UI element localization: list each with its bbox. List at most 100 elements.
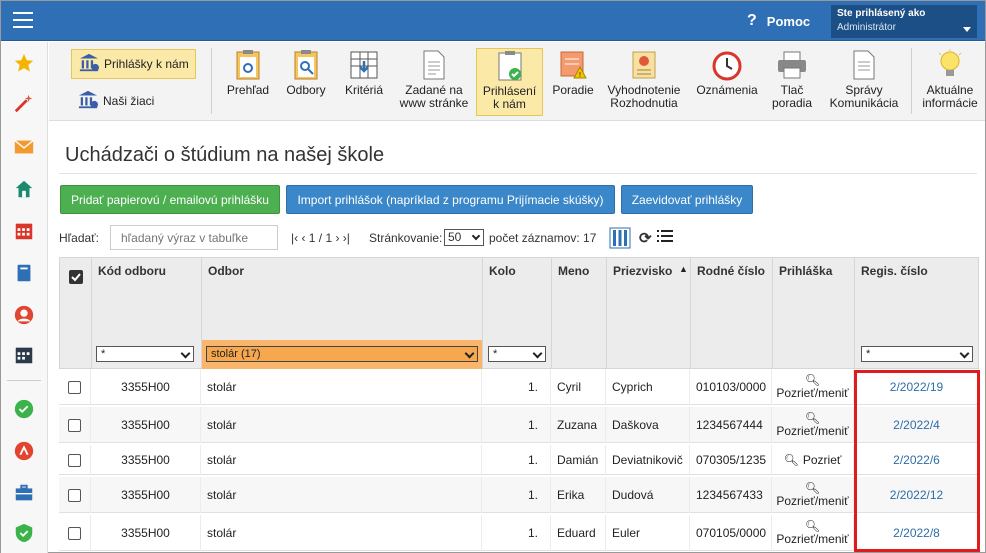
user-menu[interactable]: Ste prihlásený ako Administrátor (831, 5, 977, 38)
row-checkbox[interactable] (68, 418, 81, 432)
cell-field: stolár (201, 515, 482, 551)
tool-current-info-line2: informácie (922, 96, 978, 110)
view-link[interactable]: 🔍︎ Pozrieť (784, 453, 842, 467)
header-birth[interactable]: Rodné číslo (691, 258, 773, 370)
header-reg[interactable]: Regis. číslo * (855, 258, 980, 370)
cell-surname: Cyprich (606, 369, 690, 405)
view-edit-link[interactable]: 🔍︎ Pozrieť/meniť (776, 412, 848, 438)
header-name-label: Meno (558, 264, 590, 278)
import-applications-button[interactable]: Import prihlášok (napríklad z programu P… (286, 185, 615, 214)
row-checkbox[interactable] (68, 380, 81, 394)
cell-application: 🔍︎ Pozrieť (772, 445, 854, 475)
filter-reg[interactable]: * (861, 346, 973, 362)
cell-birth: 070105/0000 (690, 515, 772, 551)
briefcase-icon[interactable] (13, 482, 35, 504)
document-icon (418, 48, 450, 82)
magic-wand-icon[interactable] (13, 92, 35, 114)
cell-reg: 2/2022/12 (854, 477, 979, 513)
book-icon[interactable] (13, 262, 35, 284)
filter-field[interactable]: stolár (17) (206, 346, 478, 362)
tool-overview[interactable]: Prehľad (217, 48, 279, 116)
list-icon[interactable] (657, 229, 673, 246)
header-reg-label: Regis. číslo (861, 264, 928, 278)
applications-to-us-button[interactable]: Prihlášky k nám (71, 49, 196, 79)
cell-code: 3355H00 (91, 445, 201, 475)
cell-reg: 2/2022/4 (854, 407, 979, 443)
select-all-checkbox[interactable] (69, 270, 83, 284)
add-application-button[interactable]: Pridať papierovú / emailovú prihlášku (60, 185, 280, 214)
header-field-label: Odbor (208, 264, 244, 278)
user-label: Ste prihlásený ako (837, 8, 926, 19)
filter-round[interactable]: * (488, 346, 546, 362)
tool-criteria[interactable]: Kritériá (337, 48, 391, 116)
sidebar (1, 42, 48, 553)
row-checkbox[interactable] (68, 453, 81, 467)
reg-number-link[interactable]: 2/2022/4 (893, 418, 940, 432)
row-checkbox[interactable] (68, 488, 81, 502)
pager[interactable]: |‹ ‹ 1 / 1 › ›| (291, 231, 350, 245)
check-circle-icon[interactable] (13, 398, 35, 420)
register-applications-button[interactable]: Zaevidovať prihlášky (621, 185, 753, 214)
view-edit-link[interactable]: 🔍︎ Pozrieť/meniť (776, 374, 848, 400)
filter-reg-value: * (866, 348, 871, 360)
grade-icon[interactable] (13, 440, 35, 462)
reg-number-link[interactable]: 2/2022/8 (893, 526, 940, 540)
refresh-icon[interactable]: ⟳ (639, 229, 652, 247)
header-application[interactable]: Prihláška (773, 258, 855, 370)
help-button[interactable]: ? Pomoc (747, 12, 810, 30)
shield-icon[interactable] (13, 522, 35, 544)
view-edit-link[interactable]: 🔍︎ Pozrieť/meniť (776, 520, 848, 546)
tool-entered-on-web[interactable]: Zadané na www stránke (395, 48, 473, 116)
menu-icon[interactable] (13, 12, 33, 28)
user-icon[interactable] (13, 304, 35, 326)
bank-icon (78, 53, 100, 76)
chevron-down-icon (959, 348, 970, 359)
search-input[interactable] (110, 225, 278, 250)
printer-icon (776, 48, 808, 82)
tool-notifications[interactable]: Oznámenia (691, 48, 763, 116)
header-name[interactable]: Meno (552, 258, 607, 370)
tool-print-ranking[interactable]: Tlač poradia (767, 48, 817, 116)
cell-application: 🔍︎ Pozrieť/meniť (772, 369, 854, 405)
tool-messages[interactable]: Správy Komunikácia (825, 48, 903, 116)
schedule-icon[interactable] (13, 344, 35, 366)
toolbar-divider (211, 48, 212, 114)
tool-fields[interactable]: Odbory (279, 48, 333, 116)
our-students-button[interactable]: Naši žiaci (71, 86, 160, 116)
calendar-icon[interactable] (13, 220, 35, 242)
tool-ranking[interactable]: ! Poradie (547, 48, 599, 116)
header-code-label: Kód odboru (98, 264, 166, 278)
home-icon[interactable] (13, 178, 35, 200)
reg-number-link[interactable]: 2/2022/6 (893, 453, 940, 467)
mail-icon[interactable] (13, 136, 35, 158)
header-round-label: Kolo (489, 264, 516, 278)
tool-evaluation[interactable]: Vyhodnotenie Rozhodnutia (603, 48, 685, 116)
tool-messages-line2: Komunikácia (829, 96, 899, 110)
columns-icon[interactable] (609, 227, 631, 252)
filter-field-value: stolár (17) (211, 348, 261, 360)
page-size-select[interactable]: 50 (444, 229, 484, 246)
filter-round-value: * (493, 348, 498, 360)
row-checkbox[interactable] (68, 526, 81, 540)
cell-reg: 2/2022/8 (854, 515, 979, 551)
tool-entered-on-web-line2: www stránke (399, 96, 469, 110)
cell-surname: Euler (606, 515, 690, 551)
question-icon: ? (747, 12, 757, 29)
header-code[interactable]: Kód odboru * (92, 258, 202, 370)
toolbar-divider (911, 48, 912, 114)
row-checkbox-cell (59, 369, 91, 405)
table-row: 3355H00 stolár 1. Zuzana Daškova 1234567… (59, 407, 979, 443)
clipboard-check-icon (494, 49, 526, 83)
tool-current-info[interactable]: Aktuálne informácie (917, 48, 983, 116)
star-icon[interactable] (13, 52, 35, 74)
header-birth-label: Rodné číslo (697, 264, 766, 278)
filter-code[interactable]: * (96, 346, 194, 362)
header-field[interactable]: Odbor stolár (17) (202, 258, 483, 370)
cell-field: stolár (201, 407, 482, 443)
reg-number-link[interactable]: 2/2022/19 (890, 380, 943, 394)
view-edit-link[interactable]: 🔍︎ Pozrieť/meniť (776, 482, 848, 508)
tool-applied-to-us[interactable]: Prihlásení k nám (476, 48, 543, 116)
header-surname[interactable]: Priezvisko ▲ (607, 258, 691, 370)
reg-number-link[interactable]: 2/2022/12 (890, 488, 943, 502)
header-round[interactable]: Kolo * (483, 258, 552, 370)
